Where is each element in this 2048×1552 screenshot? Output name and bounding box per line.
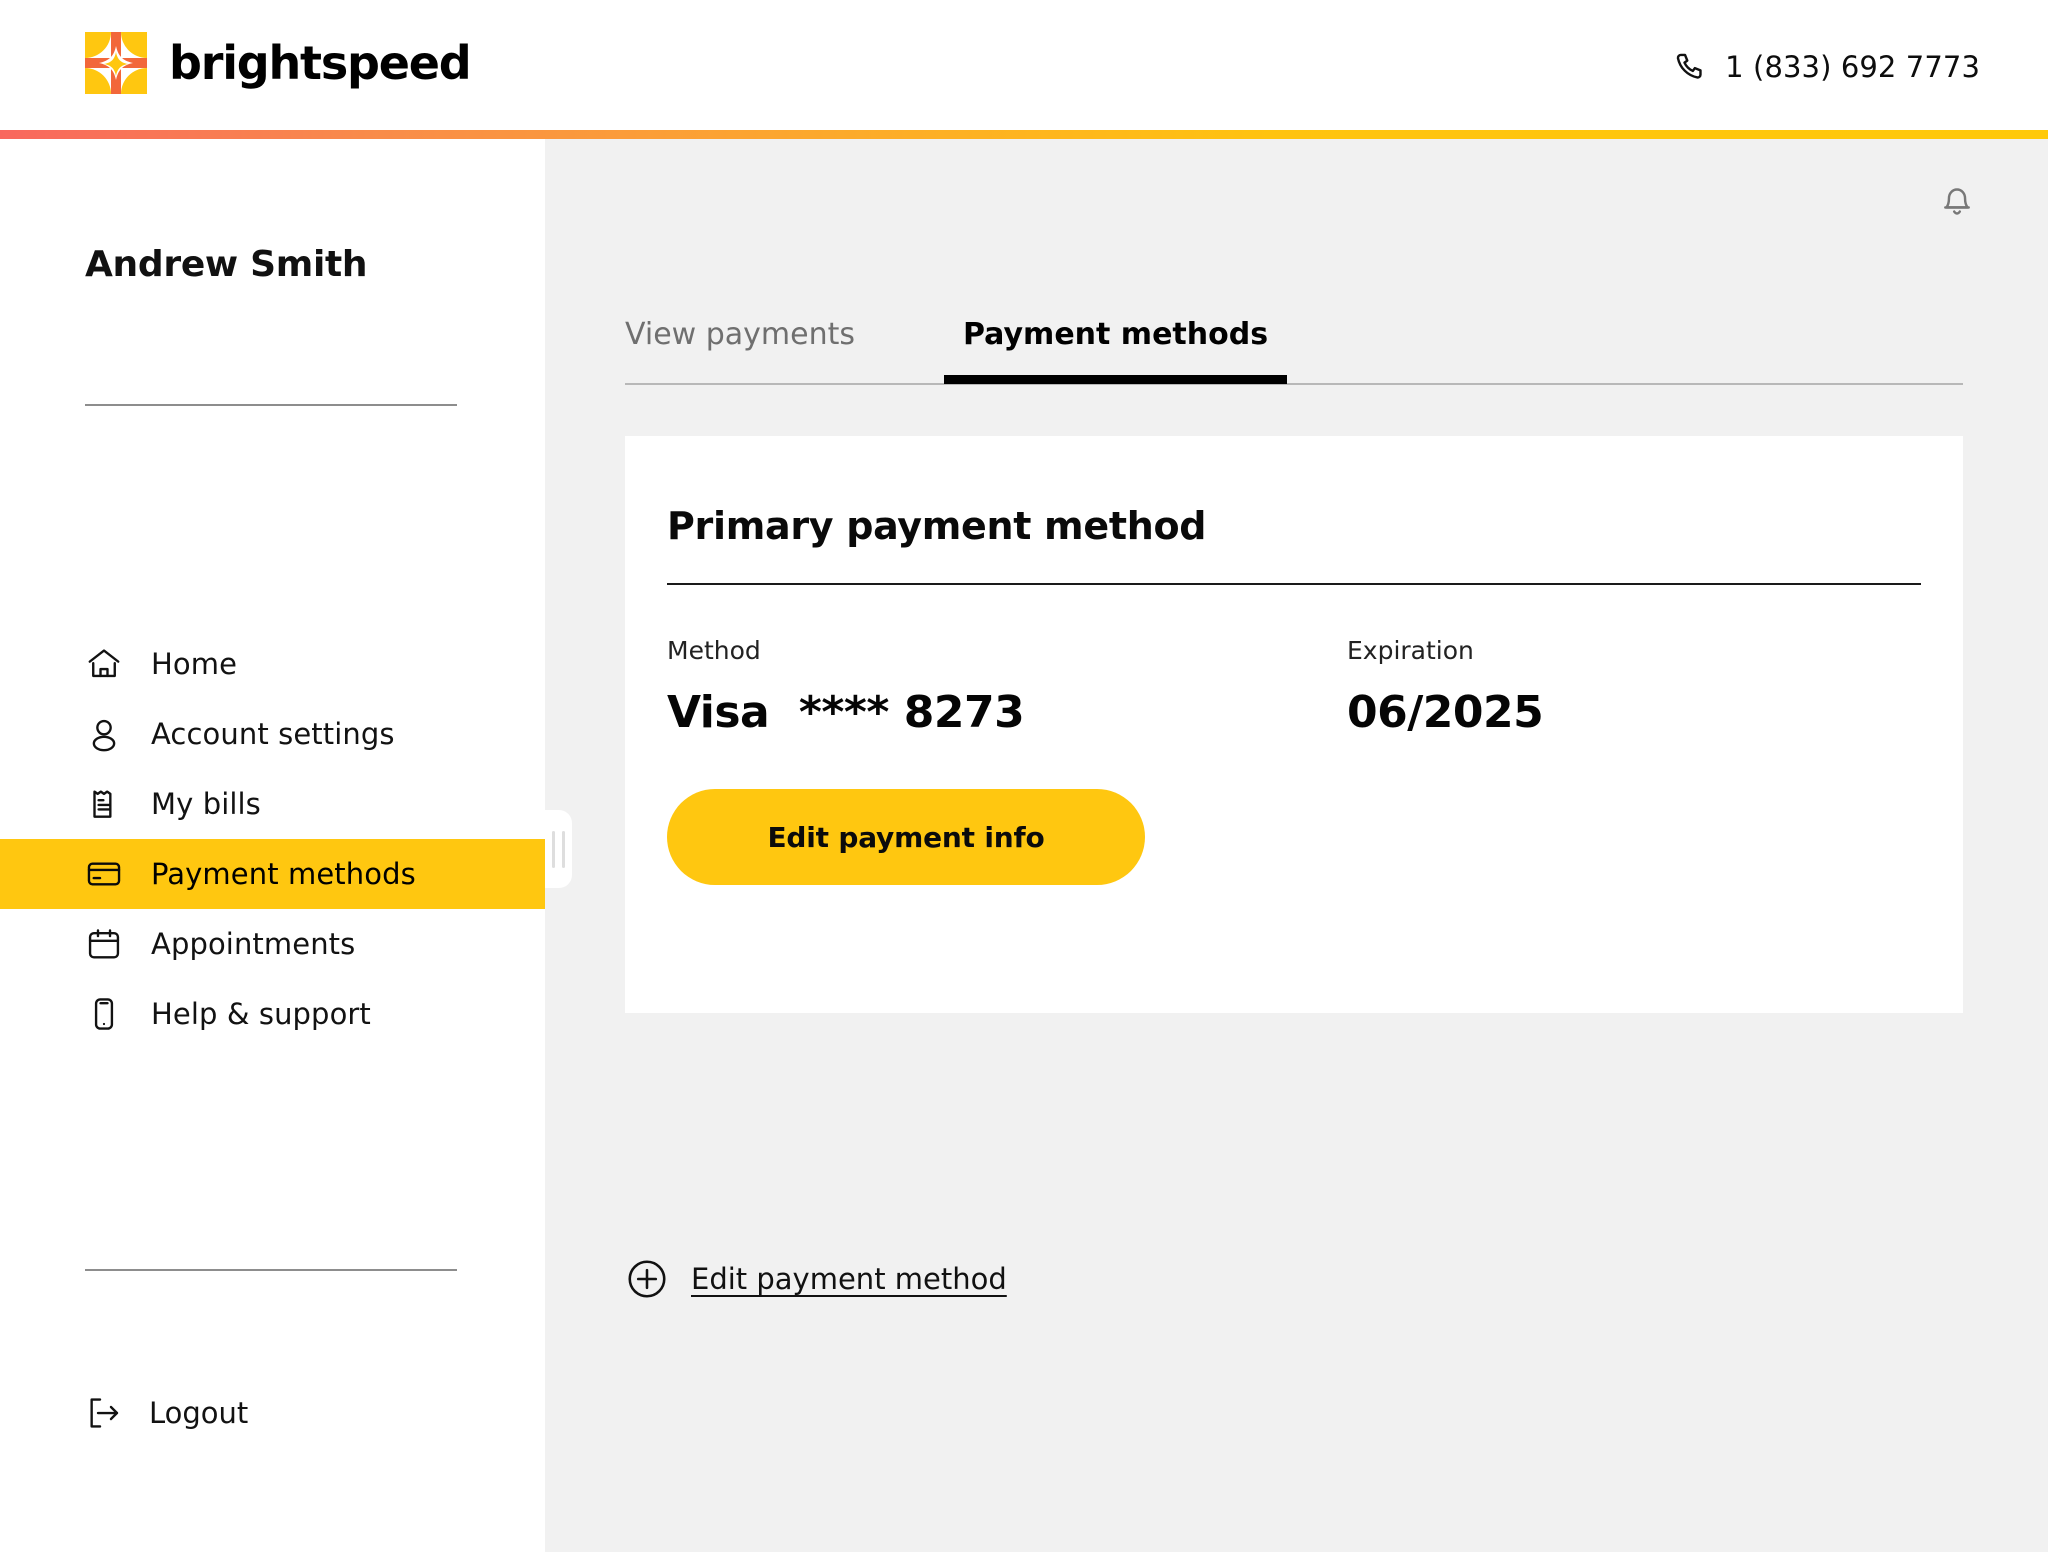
- brightspeed-logo-icon: [85, 32, 147, 94]
- sidebar-divider-bottom: [85, 1269, 457, 1271]
- brand-name: brightspeed: [169, 36, 472, 90]
- credit-card-icon: [85, 855, 123, 893]
- sidebar-item-label: Payment methods: [151, 857, 416, 891]
- sidebar-item-label: Help & support: [151, 997, 371, 1031]
- sidebar-item-label: Home: [151, 647, 238, 681]
- sidebar-item-payment-methods[interactable]: Payment methods: [0, 839, 545, 909]
- edit-payment-method-label: Edit payment method: [691, 1262, 1007, 1296]
- card-title: Primary payment method: [667, 504, 1207, 548]
- sidebar-item-home[interactable]: Home: [0, 629, 545, 699]
- brand-gradient-bar: [0, 130, 2048, 139]
- tab-view-payments[interactable]: View payments: [625, 317, 855, 382]
- tab-payment-methods[interactable]: Payment methods: [943, 317, 1288, 384]
- user-icon: [85, 715, 123, 753]
- logout-arrow-icon: [85, 1394, 123, 1432]
- sidebar-nav: Home Account settings My bills Payment m…: [0, 629, 545, 1049]
- main-content: View payments Payment methods Primary pa…: [545, 139, 2048, 1552]
- phone-number: 1 (833) 692 7773: [1725, 50, 1980, 84]
- plus-circle-icon: [625, 1257, 669, 1301]
- sidebar-item-my-bills[interactable]: My bills: [0, 769, 545, 839]
- sidebar-item-label: Account settings: [151, 717, 395, 751]
- method-value: Visa **** 8273: [667, 687, 1025, 738]
- logout-button[interactable]: Logout: [85, 1394, 248, 1432]
- brand-logo[interactable]: brightspeed: [85, 32, 472, 94]
- payments-tabs: View payments Payment methods: [625, 317, 1963, 385]
- mobile-phone-icon: [85, 995, 123, 1033]
- drag-grip-bar: [552, 830, 555, 868]
- sidebar-divider-top: [85, 404, 457, 406]
- sidebar-resize-handle[interactable]: [545, 810, 572, 888]
- sidebar-user-name: Andrew Smith: [85, 244, 368, 285]
- bell-icon[interactable]: [1936, 177, 1978, 223]
- app-header: brightspeed 1 (833) 692 7773: [0, 0, 2048, 130]
- primary-payment-method-card: Primary payment method Method Visa **** …: [625, 436, 1963, 1013]
- home-icon: [85, 645, 123, 683]
- expiration-label: Expiration: [1347, 636, 1474, 665]
- method-label: Method: [667, 636, 761, 665]
- app-root: brightspeed 1 (833) 692 7773 Andrew Smit…: [0, 0, 2048, 1552]
- logout-label: Logout: [149, 1396, 249, 1430]
- calendar-icon: [85, 925, 123, 963]
- edit-payment-method-link[interactable]: Edit payment method: [625, 1257, 1007, 1301]
- sidebar: Andrew Smith Home Account settings My bi…: [0, 139, 545, 1552]
- expiration-value: 06/2025: [1347, 687, 1544, 738]
- sidebar-item-label: My bills: [151, 787, 261, 821]
- sidebar-item-label: Appointments: [151, 927, 356, 961]
- receipt-icon: [85, 785, 123, 823]
- field-expiration: Expiration 06/2025: [1347, 636, 1544, 738]
- sidebar-item-appointments[interactable]: Appointments: [0, 909, 545, 979]
- field-method: Method Visa **** 8273: [667, 636, 1025, 738]
- drag-grip-bar: [562, 830, 565, 868]
- phone-icon: [1673, 50, 1707, 84]
- edit-payment-info-button[interactable]: Edit payment info: [667, 789, 1145, 885]
- header-phone[interactable]: 1 (833) 692 7773: [1673, 50, 1980, 84]
- card-title-rule: [667, 583, 1921, 585]
- sidebar-item-account-settings[interactable]: Account settings: [0, 699, 545, 769]
- sidebar-item-help-support[interactable]: Help & support: [0, 979, 545, 1049]
